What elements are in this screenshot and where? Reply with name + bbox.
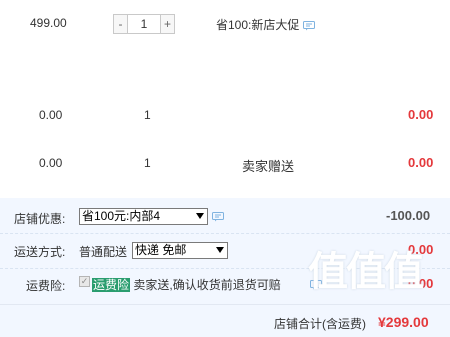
- item-2-quantity: 1: [144, 108, 151, 122]
- shipping-insurance-desc: 卖家送,确认收货前退货可赔: [133, 278, 281, 292]
- shipping-option-select-value: 快递 免邮: [135, 243, 187, 257]
- footer-divider: [0, 233, 450, 235]
- shipping-method-text: 普通配送: [79, 245, 128, 259]
- item-3-price: 0.00: [39, 156, 63, 170]
- shipping-insurance-checkbox[interactable]: ✓: [79, 276, 90, 287]
- store-discount-label: 店铺优惠:: [14, 212, 66, 226]
- store-discount-value: -100.00: [386, 208, 431, 223]
- quantity-stepper[interactable]: - +: [113, 14, 175, 34]
- item-2-total: 0.00: [408, 107, 434, 122]
- quantity-input[interactable]: [128, 14, 160, 34]
- store-discount-select-value: 省100元:内部4: [82, 209, 161, 223]
- message-icon[interactable]: [302, 20, 315, 31]
- store-total-label: 店铺合计(含运费): [274, 317, 366, 331]
- item-3-total: 0.00: [408, 155, 434, 170]
- shipping-option-select[interactable]: 快递 免邮: [132, 242, 228, 259]
- chevron-down-icon: [216, 247, 224, 253]
- chevron-down-icon: [196, 213, 204, 219]
- message-icon[interactable]: [212, 212, 224, 222]
- watermark-logo: 值值值: [308, 250, 424, 294]
- shipping-method-label: 运送方式:: [14, 245, 66, 259]
- decrease-quantity-button[interactable]: -: [113, 14, 128, 34]
- store-discount-select[interactable]: 省100元:内部4: [79, 208, 208, 225]
- item-1-promo-text: 省100:新店大促: [216, 18, 300, 32]
- item-3-promo: 卖家赠送: [242, 159, 295, 174]
- item-1-price: 499.00: [30, 16, 67, 30]
- store-total-value: ¥299.00: [378, 314, 429, 330]
- item-1-promo: 省100:新店大促: [216, 16, 315, 33]
- shipping-insurance-label: 运费险:: [26, 279, 66, 293]
- total-divider: [0, 304, 450, 305]
- item-2-price: 0.00: [39, 108, 63, 122]
- item-3-quantity: 1: [144, 156, 151, 170]
- shipping-insurance-info: 运费险 卖家送,确认收货前退货可赔: [92, 276, 281, 293]
- increase-quantity-button[interactable]: +: [160, 14, 175, 34]
- shipping-insurance-tag: 运费险: [92, 278, 131, 292]
